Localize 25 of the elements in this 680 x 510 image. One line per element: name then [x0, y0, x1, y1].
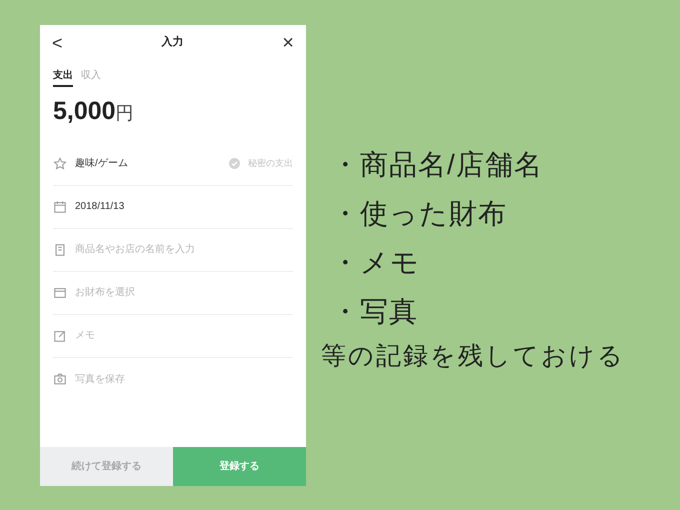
- calendar-icon: [53, 200, 67, 214]
- back-button[interactable]: <: [52, 34, 63, 52]
- input-field[interactable]: メモ: [75, 328, 293, 343]
- date-value[interactable]: 2018/11/13: [75, 199, 293, 214]
- currency-unit: 円: [116, 102, 134, 125]
- bullet-item: ・使った財布: [331, 196, 508, 230]
- amount-value: 5,000: [53, 96, 116, 127]
- edit-icon: [53, 328, 67, 342]
- category-value[interactable]: 趣味/ゲーム: [75, 156, 221, 171]
- bullet-item: ・商品名/店舗名: [331, 148, 544, 182]
- secret-label: 秘密の支出: [248, 156, 293, 170]
- input-field[interactable]: お財布を選択: [75, 285, 293, 300]
- input-field[interactable]: 商品名やお店の名前を入力: [75, 242, 293, 257]
- camera-icon: [53, 372, 67, 386]
- check-icon[interactable]: [229, 158, 240, 169]
- caption-text: 等の記録を残しておける: [321, 341, 625, 372]
- bullet-item: ・メモ: [331, 246, 421, 280]
- screen-title: 入力: [161, 34, 184, 50]
- wallet-icon: [53, 286, 67, 300]
- star-icon: [53, 156, 67, 170]
- close-button[interactable]: ×: [282, 32, 294, 52]
- receipt-icon: [53, 242, 67, 256]
- input-field[interactable]: 写真を保存: [75, 372, 293, 386]
- tab[interactable]: 支出: [53, 68, 73, 87]
- bullet-item: ・写真: [331, 294, 419, 328]
